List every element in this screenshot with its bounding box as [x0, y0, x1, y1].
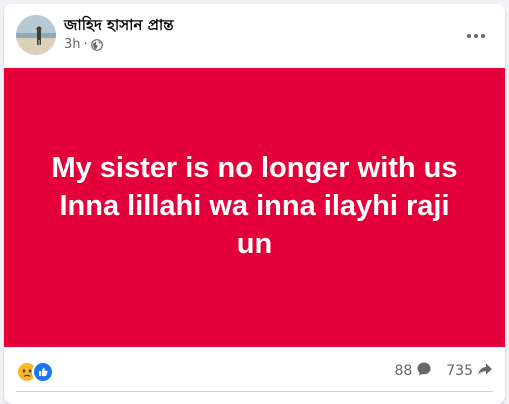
post-header: জাহিদ হাসান প্রান্ত 3h ·: [4, 4, 505, 68]
reaction-summary[interactable]: [16, 361, 54, 383]
post-time[interactable]: 3h: [64, 37, 81, 52]
author-name[interactable]: জাহিদ হাসান প্রান্ত: [64, 14, 174, 39]
post-message-line: My sister is no longer with us: [51, 151, 458, 184]
meta-separator: ·: [83, 37, 88, 52]
more-dots-icon[interactable]: [458, 22, 494, 50]
post-text-banner[interactable]: My sister is no longer with us Inna lill…: [4, 68, 505, 347]
like-reaction-icon: [32, 361, 54, 383]
post-message-line: Inna lillahi wa inna ilayhi raji: [59, 189, 450, 222]
post-message-line: un: [236, 227, 273, 260]
shares-count-button[interactable]: 735: [446, 361, 493, 381]
share-icon: [473, 361, 493, 381]
post-message: My sister is no longer with us Inna lill…: [35, 149, 475, 263]
post-footer: 88 735: [4, 347, 505, 397]
comments-count-button[interactable]: 88: [394, 361, 432, 381]
comment-icon: [412, 361, 432, 381]
post-meta: 3h ·: [64, 37, 103, 52]
post-card: জাহিদ হাসান প্রান্ত 3h · My sister is no…: [4, 4, 505, 404]
shares-count: 735: [446, 363, 473, 379]
globe-icon: [90, 38, 103, 51]
avatar[interactable]: [16, 15, 56, 55]
engagement-counts: 88 735: [394, 361, 493, 381]
comments-count: 88: [394, 363, 413, 379]
